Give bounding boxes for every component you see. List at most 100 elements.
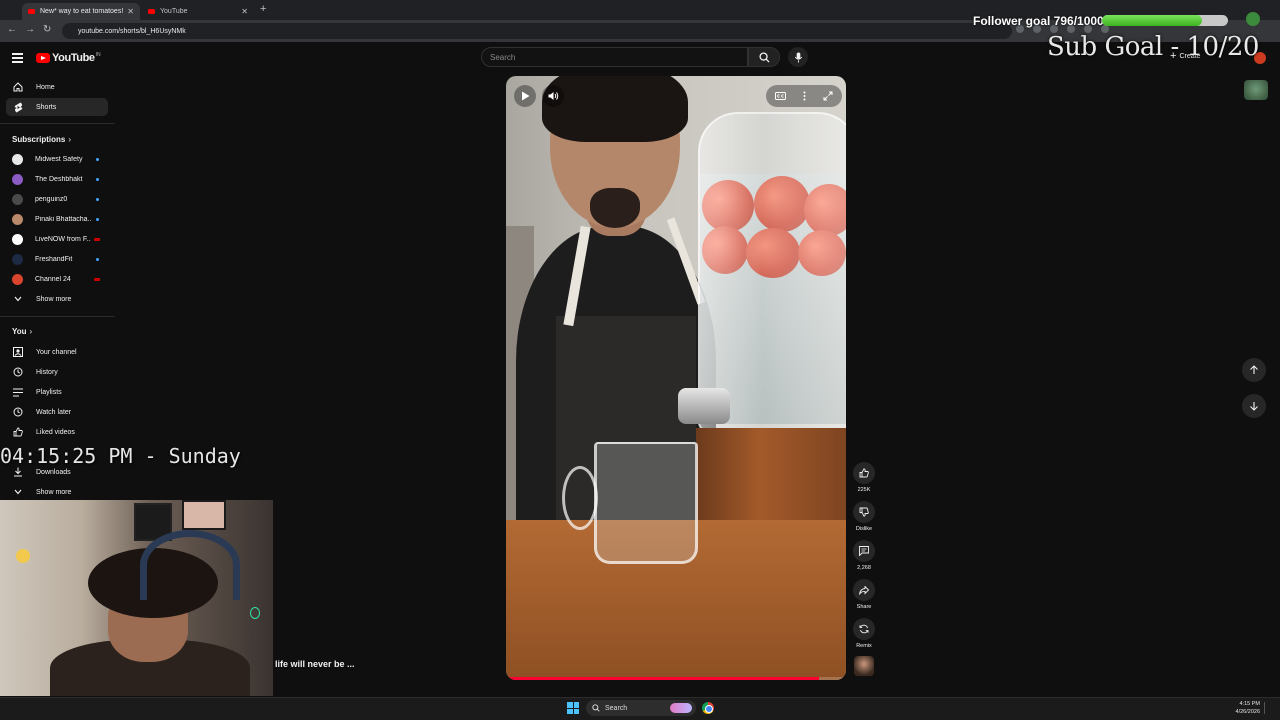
dislike-action[interactable]: Dislike — [852, 501, 876, 532]
channel-avatar — [12, 213, 23, 225]
comments-action[interactable]: 2,268 — [852, 540, 876, 571]
show-desktop-button[interactable] — [1264, 702, 1267, 714]
sidebar-divider — [0, 123, 115, 124]
sidebar-item-shorts[interactable]: Shorts — [6, 98, 108, 116]
back-icon[interactable]: ← — [7, 24, 17, 35]
new-tab-icon[interactable]: + — [260, 3, 266, 15]
sidebar-subscription-item[interactable]: Pinaki Bhattacha... — [6, 210, 108, 228]
subscriptions-show-more[interactable]: Show more — [6, 290, 108, 308]
search-input[interactable]: Search — [481, 47, 748, 67]
new-content-dot-icon — [96, 157, 99, 161]
share-label: Share — [856, 604, 872, 610]
remix-button[interactable] — [853, 618, 875, 640]
sidebar-subscription-item[interactable]: LiveNOW from F... — [6, 230, 108, 248]
avatar[interactable] — [1244, 80, 1268, 100]
video-top-controls — [766, 85, 842, 107]
comment-icon — [859, 546, 869, 556]
sidebar-subscription-item[interactable]: The Deshbhakt — [6, 170, 108, 188]
subscriptions-heading[interactable]: Subscriptions › — [12, 135, 71, 144]
remix-action[interactable]: Remix — [852, 618, 876, 649]
sidebar-item-label: Watch later — [36, 408, 72, 416]
previous-short-button[interactable] — [1242, 358, 1266, 382]
channel-avatar[interactable] — [854, 656, 874, 676]
sidebar-subscription-item[interactable]: Channel 24 — [6, 270, 108, 288]
share-action[interactable]: Share — [852, 579, 876, 610]
tab-close-icon[interactable]: ✕ — [127, 7, 134, 16]
play-button[interactable] — [514, 85, 536, 107]
search-highlight-icon — [670, 703, 692, 713]
more-options-icon[interactable] — [803, 91, 806, 101]
new-content-dot-icon — [96, 257, 99, 261]
address-bar[interactable]: youtube.com/shorts/bl_H6UsyNMk — [62, 23, 1012, 39]
captions-icon[interactable] — [774, 92, 786, 100]
sidebar-subscription-item[interactable]: penguinz0 — [6, 190, 108, 208]
sidebar-subscription-item[interactable]: FreshandFit — [6, 250, 108, 268]
liked-videos-icon — [12, 427, 24, 437]
chevron-down-icon — [12, 489, 24, 495]
subscription-name: Midwest Safety — [35, 155, 83, 163]
shorts-video-player[interactable] — [506, 76, 846, 680]
arrow-up-icon — [1250, 365, 1258, 374]
downloads-icon — [12, 467, 24, 477]
browser-tab-active[interactable]: New* way to eat tomatoes! M ✕ — [22, 3, 140, 20]
next-short-button[interactable] — [1242, 394, 1266, 418]
your-channel-icon — [12, 347, 24, 357]
menu-icon[interactable] — [12, 53, 23, 65]
channel-avatar — [12, 273, 23, 285]
country-code: IN — [95, 52, 101, 58]
dislike-button[interactable] — [853, 501, 875, 523]
browser-tab[interactable]: YouTube ✕ — [142, 3, 254, 20]
video-progress-fill — [506, 677, 819, 680]
sidebar-subscription-item[interactable]: Midwest Safety — [6, 150, 108, 168]
like-button[interactable] — [853, 462, 875, 484]
sub-goal-label: Sub Goal - 10/20 — [1047, 32, 1259, 62]
show-more-label: Show more — [36, 295, 72, 303]
sidebar-item-home[interactable]: Home — [6, 78, 108, 96]
live-indicator-icon — [94, 277, 100, 281]
fullscreen-icon[interactable] — [823, 91, 833, 101]
sidebar-item-history[interactable]: History — [6, 363, 108, 381]
video-progress-bar[interactable] — [506, 677, 846, 680]
search-icon — [592, 704, 600, 712]
comments-button[interactable] — [853, 540, 875, 562]
search-button[interactable] — [748, 47, 780, 67]
chevron-right-icon: › — [29, 327, 33, 336]
share-button[interactable] — [853, 579, 875, 601]
webcam-overlay — [0, 500, 273, 696]
like-action[interactable]: 225K — [852, 462, 876, 493]
taskbar-search[interactable]: Search — [586, 700, 696, 716]
sidebar-item-label: Liked videos — [36, 428, 75, 436]
stream-caption: life will never be ... — [275, 659, 355, 669]
glass-jar — [698, 112, 846, 432]
volume-button[interactable] — [542, 85, 564, 107]
youtube-favicon-icon — [28, 9, 35, 14]
windows-start-icon[interactable] — [567, 702, 579, 714]
voice-search-button[interactable] — [788, 47, 808, 67]
sidebar-item-downloads[interactable]: Downloads — [6, 463, 108, 481]
volume-icon — [548, 92, 558, 100]
youtube-logo[interactable]: YouTube IN — [36, 52, 101, 64]
sidebar-item-label: Home — [36, 83, 55, 91]
sidebar-item-label: History — [36, 368, 58, 376]
share-icon — [859, 585, 869, 595]
show-more-label: Show more — [36, 488, 72, 496]
you-show-more[interactable]: Show more — [6, 483, 108, 501]
channel-avatar — [12, 253, 23, 265]
you-heading[interactable]: You › — [12, 327, 32, 336]
system-clock[interactable]: 4:15 PM 4/26/2026 — [1224, 700, 1260, 716]
video-person-beard — [590, 188, 640, 228]
new-content-dot-icon — [96, 177, 99, 181]
forward-icon[interactable]: → — [25, 24, 35, 35]
sidebar-item-label: Playlists — [36, 388, 62, 396]
tab-close-icon[interactable]: ✕ — [241, 7, 248, 16]
remix-icon — [859, 624, 869, 634]
sidebar-item-liked-videos[interactable]: Liked videos — [6, 423, 108, 441]
chrome-taskbar-icon[interactable] — [702, 702, 714, 714]
reload-icon[interactable]: ↻ — [43, 24, 51, 35]
sidebar-item-watch-later[interactable]: Watch later — [6, 403, 108, 421]
history-icon — [12, 367, 24, 377]
sidebar-item-your-channel[interactable]: Your channel — [6, 343, 108, 361]
subscription-name: Pinaki Bhattacha... — [35, 215, 91, 223]
sidebar-item-playlists[interactable]: Playlists — [6, 383, 108, 401]
like-count: 225K — [857, 487, 871, 493]
